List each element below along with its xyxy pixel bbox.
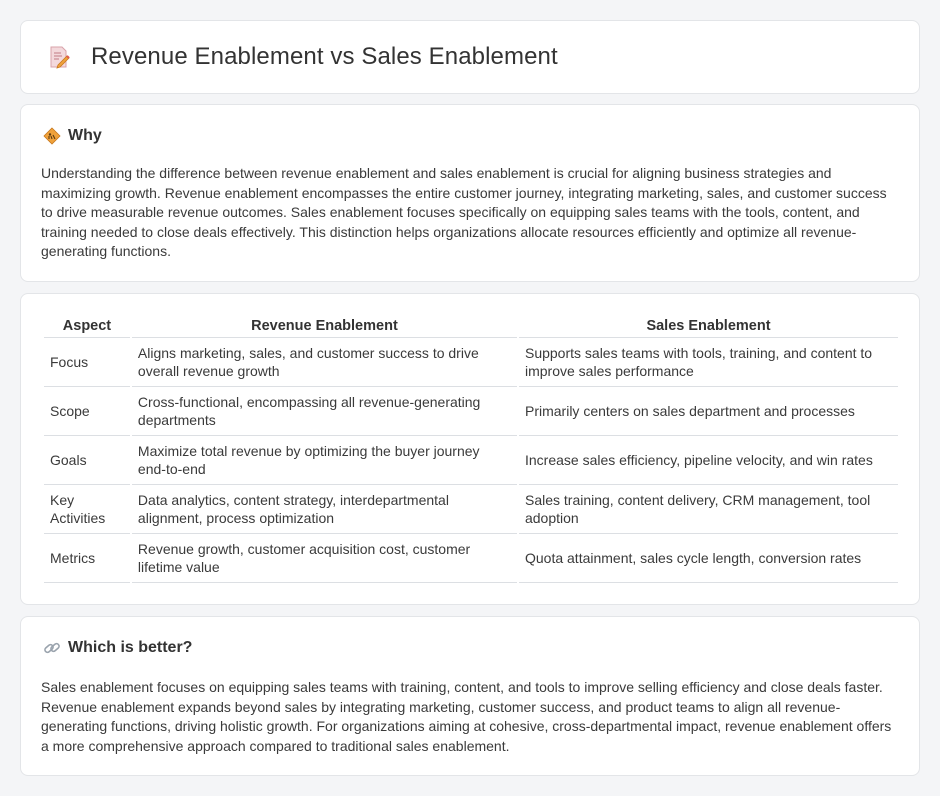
link-icon: [44, 642, 60, 654]
comparison-section: Aspect Revenue Enablement Sales Enableme…: [20, 293, 920, 605]
column-header-aspect: Aspect: [44, 314, 130, 338]
row-sales-cell: Quota attainment, sales cycle length, co…: [518, 534, 898, 583]
row-aspect: Scope: [44, 387, 130, 436]
table-row: Focus Aligns marketing, sales, and custo…: [44, 338, 898, 387]
table-row: Scope Cross-functional, encompassing all…: [44, 387, 898, 436]
row-revenue-cell: Data analytics, content strategy, interd…: [131, 485, 517, 534]
column-header-sales-enablement: Sales Enablement: [518, 314, 898, 338]
column-header-revenue-enablement: Revenue Enablement: [131, 314, 517, 338]
header-card: Revenue Enablement vs Sales Enablement: [20, 20, 920, 94]
document-pencil-icon: [50, 46, 70, 69]
table-row: Key Activities Data analytics, content s…: [44, 485, 898, 534]
row-sales-cell: Sales training, content delivery, CRM ma…: [518, 485, 898, 534]
row-sales-cell: Primarily centers on sales department an…: [518, 387, 898, 436]
row-sales-cell: Increase sales efficiency, pipeline velo…: [518, 436, 898, 485]
why-section: Why Understanding the difference between…: [20, 104, 920, 282]
why-title: Why: [68, 127, 102, 144]
row-revenue-cell: Maximize total revenue by optimizing the…: [131, 436, 517, 485]
which-is-better-heading: Which is better?: [43, 639, 192, 657]
row-aspect: Metrics: [44, 534, 130, 583]
table-row: Goals Maximize total revenue by optimizi…: [44, 436, 898, 485]
page-title: Revenue Enablement vs Sales Enablement: [91, 43, 558, 70]
row-aspect: Focus: [44, 338, 130, 387]
table-header-row: Aspect Revenue Enablement Sales Enableme…: [44, 314, 898, 338]
row-aspect: Key Activities: [44, 485, 130, 534]
why-heading: Why: [43, 127, 102, 145]
row-aspect: Goals: [44, 436, 130, 485]
table-row: Metrics Revenue growth, customer acquisi…: [44, 534, 898, 583]
row-revenue-cell: Cross-functional, encompassing all reven…: [131, 387, 517, 436]
row-revenue-cell: Revenue growth, customer acquisition cos…: [131, 534, 517, 583]
why-text: Understanding the difference between rev…: [41, 165, 887, 259]
diamond-sign-icon: [43, 127, 61, 145]
which-is-better-text: Sales enablement focuses on equipping sa…: [41, 679, 892, 754]
comparison-table: Aspect Revenue Enablement Sales Enableme…: [42, 314, 900, 583]
which-is-better-title: Which is better?: [68, 639, 193, 656]
row-revenue-cell: Aligns marketing, sales, and customer su…: [131, 338, 517, 387]
which-is-better-section: Which is better? Sales enablement focuse…: [20, 616, 920, 776]
row-sales-cell: Supports sales teams with tools, trainin…: [518, 338, 898, 387]
